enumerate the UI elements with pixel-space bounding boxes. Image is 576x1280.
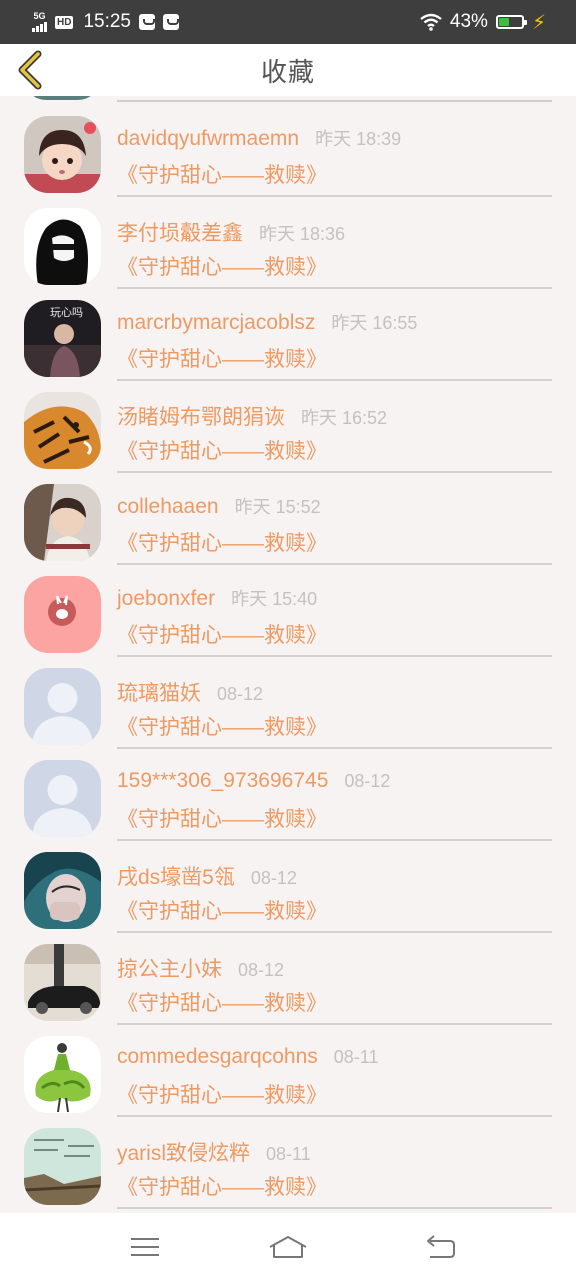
svg-text:玩心吗: 玩心吗 bbox=[50, 306, 83, 319]
return-icon[interactable] bbox=[420, 1231, 460, 1263]
boy-photo-avatar[interactable] bbox=[24, 484, 101, 561]
book-title-link[interactable]: 《守护甜心——救赎》 bbox=[117, 1171, 327, 1201]
user-name: davidqyufwrmaemn bbox=[117, 127, 300, 150]
notification-icon bbox=[163, 14, 179, 30]
timestamp: 08-12 bbox=[344, 771, 391, 791]
wifi-icon bbox=[420, 13, 442, 31]
list-item[interactable]: 琉璃猫妖 08-12 《守护甜心——救赎》 bbox=[0, 653, 576, 749]
dark-photo-avatar[interactable]: 玩心吗 bbox=[24, 300, 101, 377]
timestamp: 08-12 bbox=[238, 960, 285, 980]
user-name: 159***306_973696745 bbox=[117, 769, 329, 792]
list-item[interactable]: 李付埙觳差鑫 昨天 18:36 《守护甜心——救赎》 bbox=[0, 193, 576, 289]
list-item[interactable]: 掠公主小妹 08-12 《守护甜心——救赎》 bbox=[0, 929, 576, 1025]
book-title-link[interactable]: 《守护甜心——救赎》 bbox=[117, 527, 327, 557]
timestamp: 昨天 16:52 bbox=[301, 408, 388, 428]
user-name: marcrbymarcjacoblsz bbox=[117, 311, 316, 334]
list-item[interactable]: 汤睹姆布鄂朗狷诙 昨天 16:52 《守护甜心——救赎》 bbox=[0, 377, 576, 473]
system-navigation-bar bbox=[0, 1213, 576, 1280]
timestamp: 昨天 15:40 bbox=[231, 589, 318, 609]
book-title-link[interactable]: 《守护甜心——救赎》 bbox=[117, 803, 327, 833]
list-item[interactable]: joebonxfer 昨天 15:40 《守护甜心——救赎》 bbox=[0, 561, 576, 657]
menu-icon[interactable] bbox=[125, 1231, 165, 1263]
list-item[interactable]: commedesgarqcohns 08-11 《守护甜心——救赎》 bbox=[0, 1021, 576, 1117]
timestamp: 昨天 18:39 bbox=[315, 129, 402, 149]
book-title-link[interactable]: 《守护甜心——救赎》 bbox=[117, 711, 327, 741]
page-title: 收藏 bbox=[260, 56, 315, 87]
list-item[interactable]: davidqyufwrmaemn 昨天 18:39 《守护甜心——救赎》 bbox=[0, 101, 576, 197]
list-item[interactable]: 戌ds壕凿5瓴 08-12 《守护甜心——救赎》 bbox=[0, 837, 576, 933]
teal-face-avatar[interactable] bbox=[24, 852, 101, 929]
green-dress-avatar[interactable] bbox=[24, 1036, 101, 1113]
app-header: 收藏 bbox=[0, 44, 576, 96]
battery-icon bbox=[495, 15, 527, 29]
book-title-link[interactable]: 《守护甜心——救赎》 bbox=[117, 895, 327, 925]
default-user-avatar[interactable] bbox=[24, 760, 101, 837]
cartoon-boy-avatar[interactable] bbox=[24, 116, 101, 193]
tiger-avatar[interactable] bbox=[24, 392, 101, 469]
back-arrow-icon[interactable] bbox=[14, 50, 50, 90]
list-item[interactable]: yarisl致侵炫粹 08-11 《守护甜心——救赎》 bbox=[0, 1113, 576, 1209]
home-icon[interactable] bbox=[268, 1231, 308, 1263]
black-white-girl-avatar[interactable] bbox=[24, 208, 101, 285]
cellular-signal-icon: 5G bbox=[32, 12, 47, 32]
timestamp: 昨天 18:36 bbox=[259, 224, 346, 244]
book-title-link[interactable]: 《守护甜心——救赎》 bbox=[117, 435, 327, 465]
book-title-link[interactable]: 《守护甜心——救赎》 bbox=[117, 159, 327, 189]
user-name: joebonxfer bbox=[117, 587, 216, 610]
pink-rabbit-avatar[interactable] bbox=[24, 576, 101, 653]
timestamp: 08-11 bbox=[333, 1047, 379, 1067]
hd-badge: HD bbox=[55, 15, 74, 29]
user-name: 琉璃猫妖 bbox=[117, 682, 201, 705]
book-title-link[interactable]: 《守护甜心——救赎》 bbox=[117, 251, 327, 281]
user-name: yarisl致侵炫粹 bbox=[117, 1142, 251, 1165]
notification-icon bbox=[139, 14, 155, 30]
book-title-link[interactable]: 《守护甜心——救赎》 bbox=[117, 619, 327, 649]
charging-icon: ⚡ bbox=[531, 11, 546, 34]
status-time: 15:25 bbox=[83, 11, 131, 32]
battery-percent: 43% bbox=[449, 11, 488, 32]
user-name: 掠公主小妹 bbox=[117, 958, 222, 981]
book-title-link[interactable]: 《守护甜心——救赎》 bbox=[117, 987, 327, 1017]
status-bar: 5G HD 15:25 43% ⚡ bbox=[0, 0, 576, 44]
timestamp: 08-12 bbox=[250, 868, 297, 888]
book-title-link[interactable]: 《守护甜心——救赎》 bbox=[117, 1079, 327, 1109]
user-name: 戌ds壕凿5瓴 bbox=[117, 866, 235, 889]
timestamp: 08-12 bbox=[217, 684, 264, 704]
list-item[interactable]: collehaaen 昨天 15:52 《守护甜心——救赎》 bbox=[0, 469, 576, 565]
user-name: commedesgarqcohns bbox=[117, 1045, 318, 1068]
user-name: 汤睹姆布鄂朗狷诙 bbox=[117, 406, 285, 429]
list-item[interactable]: 玩心吗 marcrbymarcjacoblsz 昨天 16:55 《守护甜心——救… bbox=[0, 285, 576, 381]
landscape-text-avatar[interactable] bbox=[24, 1128, 101, 1205]
default-user-avatar[interactable] bbox=[24, 668, 101, 745]
timestamp: 08-11 bbox=[266, 1144, 311, 1164]
black-car-avatar[interactable] bbox=[24, 944, 101, 1021]
user-name: 李付埙觳差鑫 bbox=[117, 222, 243, 245]
timestamp: 昨天 16:55 bbox=[331, 313, 418, 333]
book-title-link[interactable]: 《守护甜心——救赎》 bbox=[117, 343, 327, 373]
favorites-list[interactable]: davidqyufwrmaemn 昨天 18:39 《守护甜心——救赎》 李付埙觳… bbox=[0, 96, 576, 1213]
divider bbox=[117, 1207, 552, 1209]
list-item[interactable]: 159***306_973696745 08-12 《守护甜心——救赎》 bbox=[0, 745, 576, 841]
user-name: collehaaen bbox=[117, 495, 219, 518]
timestamp: 昨天 15:52 bbox=[234, 497, 321, 517]
